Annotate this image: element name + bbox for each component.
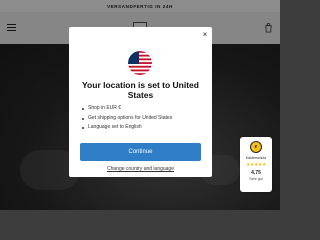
trust-seal-icon: e: [250, 141, 262, 153]
trust-score: 4,75: [251, 170, 261, 176]
modal-title: Your location is set to United States: [82, 80, 199, 100]
trust-label: Käuferschutz: [245, 156, 267, 160]
bullet-currency: Shop in EUR €: [81, 104, 206, 114]
bullet-language: Language set to English: [81, 123, 206, 133]
change-country-link[interactable]: Change country and language: [75, 166, 206, 172]
trust-rating-text: Sehr gut: [249, 177, 263, 181]
us-flag-icon: [128, 51, 152, 75]
trust-seal-letter: e: [254, 144, 258, 150]
close-icon[interactable]: ×: [201, 31, 209, 39]
trusted-shops-badge[interactable]: e Käuferschutz ★★★★★ 4,75 Sehr gut: [240, 137, 272, 192]
rating-stars-icon: ★★★★★: [246, 162, 266, 168]
continue-button-label: Continue: [128, 149, 153, 155]
modal-bullet-list: Shop in EUR € Get shipping options for U…: [81, 104, 206, 133]
continue-button[interactable]: Continue: [80, 143, 201, 161]
bullet-shipping: Get shipping options for United States: [81, 114, 206, 124]
location-modal: × Your location is set to United States …: [69, 27, 212, 177]
